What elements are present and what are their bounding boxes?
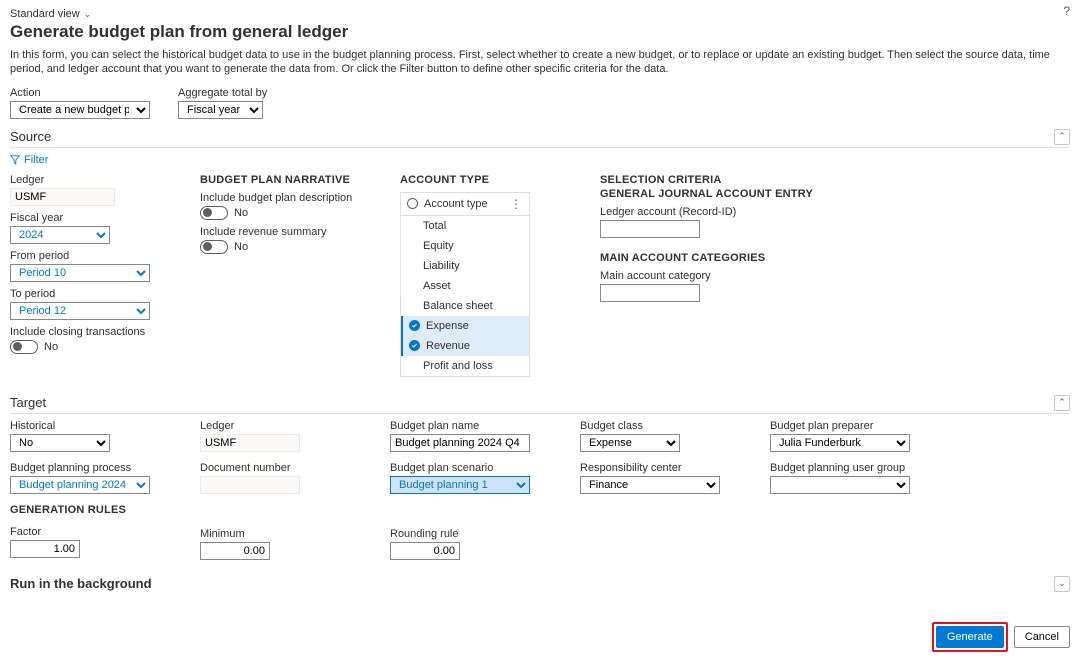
fromperiod-label: From period <box>10 250 170 262</box>
mac-heading: MAIN ACCOUNT CATEGORIES <box>600 252 820 264</box>
acc-item-equity[interactable]: Equity <box>401 236 529 256</box>
bclass-select[interactable]: Expense <box>580 434 680 452</box>
aggregate-select[interactable]: Fiscal year <box>178 101 263 119</box>
page-title: Generate budget plan from general ledger <box>10 22 1070 42</box>
round-input[interactable] <box>390 542 460 560</box>
chevron-down-icon: ⌄ <box>1058 578 1066 589</box>
preparer-select[interactable]: Julia Funderburk <box>770 434 910 452</box>
acc-item-liability[interactable]: Liability <box>401 256 529 276</box>
target-heading: Target <box>10 395 46 410</box>
include-closing-label: Include closing transactions <box>10 326 170 338</box>
select-all-radio[interactable] <box>407 198 418 209</box>
acc-item-expense-label: Expense <box>426 320 469 332</box>
chevron-up-icon: ⌃ <box>1058 131 1066 142</box>
accounttype-heading: ACCOUNT TYPE <box>400 174 570 186</box>
bclass-label: Budget class <box>580 420 740 432</box>
tledger-label: Ledger <box>200 420 360 432</box>
accounttype-header-label: Account type <box>424 198 488 210</box>
check-icon <box>409 320 420 331</box>
filter-icon <box>10 155 20 165</box>
chevron-up-icon: ⌃ <box>1058 397 1066 408</box>
tledger-input <box>200 434 300 452</box>
accounttype-list: Account type ⋮ Total Equity Liability As… <box>400 192 530 377</box>
respc-select[interactable]: Finance <box>580 476 720 494</box>
include-desc-label: Include budget plan description <box>200 192 370 204</box>
mac-input[interactable] <box>600 284 700 302</box>
toperiod-select[interactable]: Period 12 <box>10 302 150 320</box>
include-closing-toggle[interactable] <box>10 340 38 354</box>
generate-button[interactable]: Generate <box>936 626 1004 648</box>
bpscenario-label: Budget plan scenario <box>390 462 550 474</box>
view-label: Standard view <box>10 8 80 20</box>
bpug-select[interactable] <box>770 476 910 494</box>
filter-link[interactable]: Filter <box>10 154 48 166</box>
check-icon <box>409 340 420 351</box>
factor-input[interactable] <box>10 540 80 558</box>
include-revenue-toggle[interactable] <box>200 240 228 254</box>
genrules-heading: GENERATION RULES <box>10 504 170 516</box>
selection-heading: SELECTION CRITERIA <box>600 174 820 186</box>
factor-label: Factor <box>10 526 170 538</box>
help-icon[interactable]: ? <box>1063 4 1070 18</box>
bpp-select[interactable]: Budget planning 2024 Q4 <box>10 476 150 494</box>
acc-item-asset[interactable]: Asset <box>401 276 529 296</box>
acc-item-revenue-label: Revenue <box>426 340 470 352</box>
toperiod-label: To period <box>10 288 170 300</box>
bpp-label: Budget planning process <box>10 462 170 474</box>
expand-runbg-button[interactable]: ⌄ <box>1054 576 1070 592</box>
acc-item-total[interactable]: Total <box>401 216 529 236</box>
acc-item-balance[interactable]: Balance sheet <box>401 296 529 316</box>
generate-highlight: Generate <box>932 622 1008 652</box>
collapse-target-button[interactable]: ⌃ <box>1054 395 1070 411</box>
collapse-source-button[interactable]: ⌃ <box>1054 129 1070 145</box>
filter-text: Filter <box>24 154 48 166</box>
docnum-label: Document number <box>200 462 360 474</box>
docnum-input <box>200 476 300 494</box>
preparer-label: Budget plan preparer <box>770 420 930 432</box>
acc-item-expense[interactable]: Expense <box>401 316 529 336</box>
bpug-label: Budget planning user group <box>770 462 930 474</box>
fromperiod-select[interactable]: Period 10 <box>10 264 150 282</box>
fiscalyear-select[interactable]: 2024 <box>10 226 110 244</box>
include-revenue-value: No <box>234 241 248 253</box>
more-icon[interactable]: ⋮ <box>510 197 523 211</box>
ledgeracct-label: Ledger account (Record-ID) <box>600 206 820 218</box>
historical-select[interactable]: No <box>10 434 110 452</box>
min-label: Minimum <box>200 528 360 540</box>
acc-item-revenue[interactable]: Revenue <box>401 336 529 356</box>
include-closing-value: No <box>44 341 58 353</box>
min-input[interactable] <box>200 542 270 560</box>
acc-item-pl[interactable]: Profit and loss <box>401 356 529 376</box>
respc-label: Responsibility center <box>580 462 740 474</box>
ledger-input <box>10 188 115 206</box>
source-heading: Source <box>10 129 51 144</box>
include-desc-toggle[interactable] <box>200 206 228 220</box>
aggregate-label: Aggregate total by <box>178 87 267 99</box>
action-select[interactable]: Create a new budget plan <box>10 101 150 119</box>
chevron-down-icon: ⌄ <box>84 9 92 20</box>
mac-label: Main account category <box>600 270 820 282</box>
include-revenue-label: Include revenue summary <box>200 226 370 238</box>
runbg-heading: Run in the background <box>10 576 152 591</box>
ledgeracct-input[interactable] <box>600 220 700 238</box>
gjae-heading: GENERAL JOURNAL ACCOUNT ENTRY <box>600 188 820 200</box>
accounttype-header-row[interactable]: Account type ⋮ <box>401 193 529 216</box>
page-description: In this form, you can select the histori… <box>10 48 1070 77</box>
view-selector[interactable]: Standard view ⌄ <box>10 8 1070 20</box>
action-label: Action <box>10 87 150 99</box>
round-label: Rounding rule <box>390 528 550 540</box>
cancel-button[interactable]: Cancel <box>1014 626 1070 648</box>
bpscenario-select[interactable]: Budget planning 1 <box>390 476 530 494</box>
include-desc-value: No <box>234 207 248 219</box>
ledger-label: Ledger <box>10 174 170 186</box>
fiscalyear-label: Fiscal year <box>10 212 170 224</box>
bpname-label: Budget plan name <box>390 420 550 432</box>
narrative-heading: BUDGET PLAN NARRATIVE <box>200 174 370 186</box>
historical-label: Historical <box>10 420 170 432</box>
bpname-input[interactable] <box>390 434 530 452</box>
